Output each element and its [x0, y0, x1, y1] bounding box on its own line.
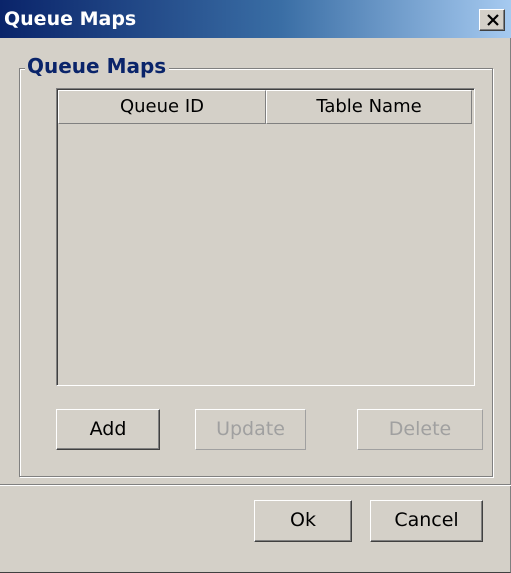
column-header-queue-id[interactable]: Queue ID	[58, 90, 266, 124]
close-button[interactable]	[479, 9, 505, 31]
add-button[interactable]: Add	[56, 409, 160, 450]
group-legend: Queue Maps	[25, 54, 170, 78]
cancel-button[interactable]: Cancel	[370, 500, 483, 542]
separator	[0, 484, 511, 486]
queue-maps-table[interactable]: Queue ID Table Name	[56, 88, 475, 386]
queue-maps-dialog: Queue Maps Queue Maps Queue ID Table Nam…	[0, 0, 511, 573]
ok-button[interactable]: Ok	[254, 500, 352, 542]
window-title: Queue Maps	[4, 8, 137, 30]
column-header-table-name[interactable]: Table Name	[266, 90, 472, 124]
table-body[interactable]: Queue ID Table Name	[57, 89, 474, 385]
update-button[interactable]: Update	[195, 409, 306, 450]
title-bar[interactable]: Queue Maps	[0, 0, 511, 38]
delete-button[interactable]: Delete	[357, 409, 483, 450]
